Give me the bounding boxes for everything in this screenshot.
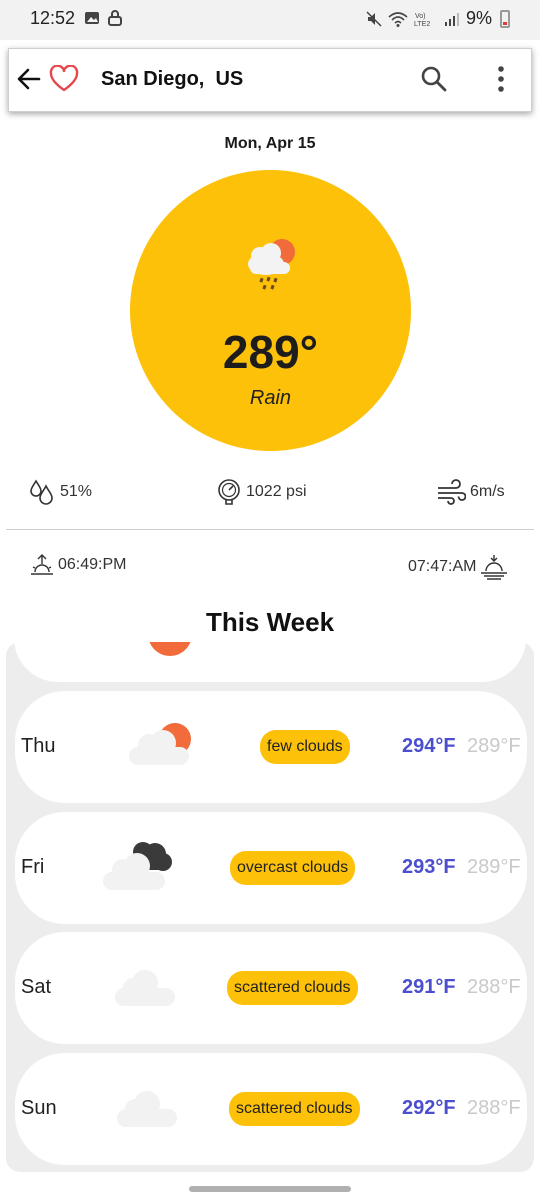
current-date: Mon, Apr 15 [224,135,316,152]
divider [6,529,534,530]
lock-icon [108,10,122,26]
low-temp: 289°F [467,735,521,757]
low-temp: 289°F [467,856,521,878]
rain-icon [248,239,295,290]
home-indicator[interactable] [189,1186,351,1192]
city-title: San Diego, US [101,68,244,90]
humidity-stat: 51% [28,478,92,506]
status-time: 12:52 [30,8,76,28]
forecast-row-thu[interactable]: Thu few clouds 294°F 289°F [15,691,527,803]
scattered-clouds-icon [117,1091,177,1127]
list-item-partial[interactable] [14,642,526,682]
humidity-icon [30,479,53,505]
sunrise-stat: 06:49:PM [30,553,126,577]
sun-icon [149,642,191,656]
status-bar: 12:52 Vo) LTE2 9% [0,0,540,40]
battery-percent: 9% [465,8,492,28]
search-icon[interactable] [419,64,449,94]
svg-text:LTE2: LTE2 [414,21,430,27]
sunrise-time: 06:49:PM [58,556,127,573]
high-temp: 294°F [402,735,456,757]
status-left-icons [84,10,122,26]
more-vert-icon[interactable] [489,63,513,95]
humidity-value: 51% [60,483,93,500]
low-temp: 288°F [467,976,521,998]
current-weather-circle: 289° Rain [130,170,411,451]
weather-desc-badge: few clouds [260,730,350,764]
battery-icon [500,9,510,28]
sunset-stat: 07:47:AM [408,553,508,581]
wind-stat: 6m/s [436,478,505,506]
day-name: Thu [21,735,56,757]
day-name: Fri [21,856,45,878]
low-temp: 288°F [467,1097,521,1119]
lte-icon: Vo)LTE2 [414,13,430,27]
overcast-clouds-icon [103,842,172,890]
wind-icon [438,479,466,505]
status-right: Vo) LTE2 9% [366,8,510,29]
svg-text:Vo): Vo) [415,13,426,20]
signal-icon [444,12,459,26]
few-clouds-icon [129,723,191,765]
sunrise-icon [31,554,53,575]
high-temp: 292°F [402,1097,456,1119]
mute-icon [366,10,382,27]
forecast-row-fri[interactable]: Fri overcast clouds 293°F 289°F [15,812,527,924]
pressure-value: 1022 psi [246,483,307,500]
weather-desc-badge: scattered clouds [227,971,358,1005]
pressure-gauge-icon [218,479,240,505]
forecast-row-sun[interactable]: Sun scattered clouds 292°F 288°F [15,1053,527,1165]
wind-value: 6m/s [470,483,505,500]
sunset-time: 07:47:AM [408,558,477,575]
high-temp: 293°F [402,856,456,878]
weather-desc-badge: scattered clouds [229,1092,360,1126]
pressure-stat: 1022 psi [216,478,307,506]
current-condition: Rain [249,387,292,409]
day-name: Sun [21,1097,57,1119]
gallery-icon [85,12,99,24]
week-forecast-list[interactable]: Thu few clouds 294°F 289°F Fri overcast … [6,642,534,1172]
app-bar: San Diego, US [8,48,532,112]
forecast-row-sat[interactable]: Sat scattered clouds 291°F 288°F [15,932,527,1044]
day-name: Sat [21,976,52,998]
scattered-clouds-icon [115,970,175,1006]
high-temp: 291°F [402,976,456,998]
wifi-icon [388,11,408,27]
weather-desc-badge: overcast clouds [230,851,356,885]
heart-icon[interactable] [49,65,79,93]
week-title: This Week [205,607,335,637]
back-arrow-icon[interactable] [15,65,43,93]
sunset-icon [481,555,508,580]
current-temp: 289° [222,326,319,378]
